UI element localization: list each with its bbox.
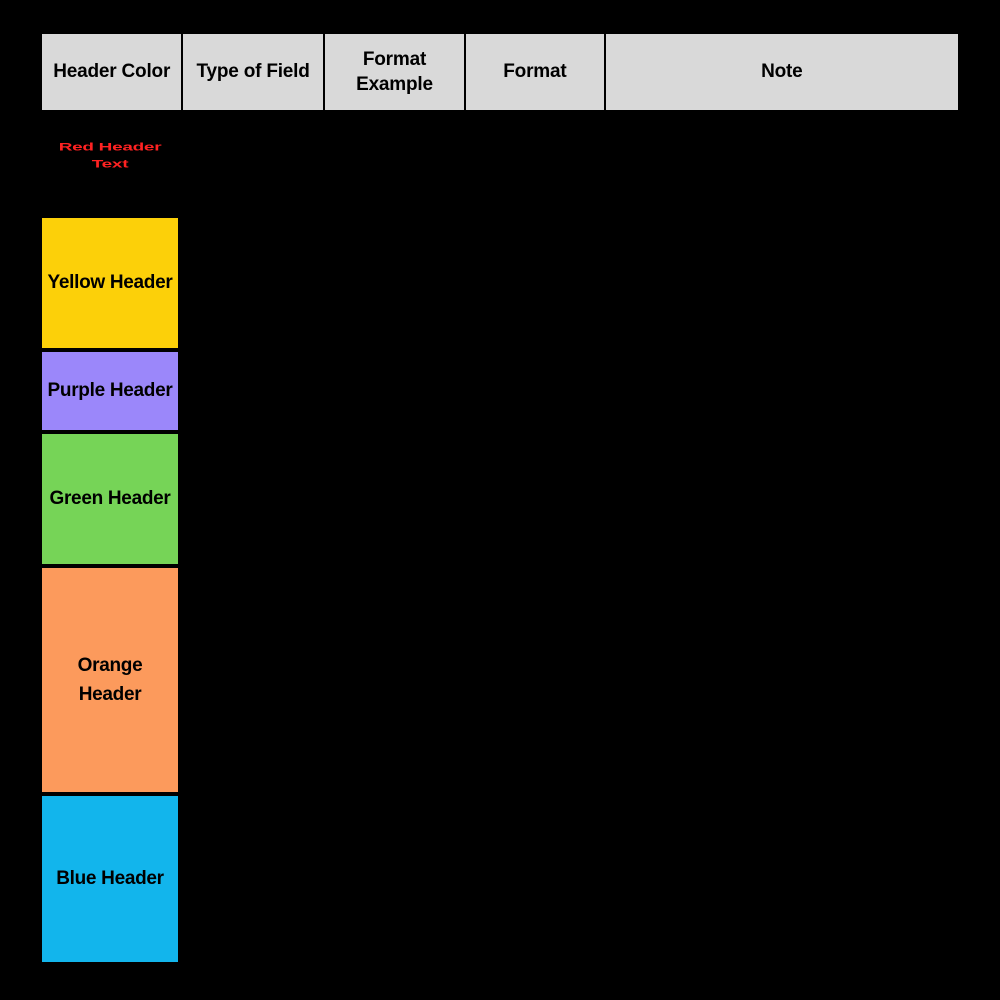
column-header-format[interactable]: Format <box>466 34 606 110</box>
table-row-red-header[interactable]: Red Header Text <box>40 120 180 216</box>
table-row-blue-header[interactable]: Blue Header <box>40 794 180 964</box>
table-row-purple-header[interactable]: Purple Header <box>40 350 180 432</box>
header-color-legend-table: Header Color Type of Field Format Exampl… <box>40 32 960 976</box>
swatch-label-orange: Orange Header <box>77 654 143 705</box>
table-row-orange-header[interactable]: Orange Header <box>40 566 180 794</box>
table-header-row: Header Color Type of Field Format Exampl… <box>40 32 960 112</box>
column-header-note[interactable]: Note <box>605 34 958 110</box>
column-header-type-of-field[interactable]: Type of Field <box>183 34 325 110</box>
swatch-label-red: Red Header Text <box>58 140 162 171</box>
column-header-format-example[interactable]: Format Example <box>324 34 467 110</box>
swatch-label-blue: Blue Header <box>56 868 164 890</box>
swatch-label-purple: Purple Header <box>47 380 173 402</box>
empty-body-cells-region <box>180 120 960 976</box>
column-header-header-color[interactable]: Header Color <box>42 34 184 110</box>
table-row-yellow-header[interactable]: Yellow Header <box>40 216 180 350</box>
header-color-column: Red Header Text Yellow Header Purple Hea… <box>40 120 180 964</box>
table-row-green-header[interactable]: Green Header <box>40 432 180 566</box>
swatch-label-yellow: Yellow Header <box>47 272 173 294</box>
swatch-label-green: Green Header <box>49 488 171 510</box>
